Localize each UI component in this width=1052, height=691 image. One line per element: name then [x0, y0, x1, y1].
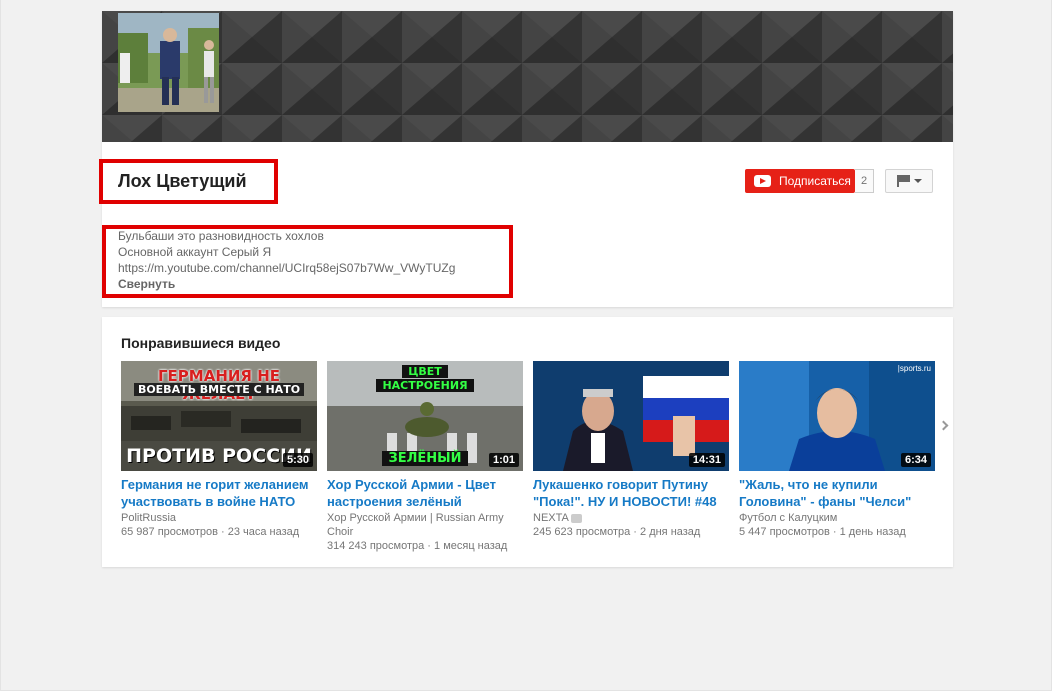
video-channel[interactable]: NEXTA [533, 511, 729, 525]
banner-pattern [102, 11, 953, 142]
video-views: 314 243 просмотра [327, 540, 425, 552]
channel-banner [102, 11, 953, 142]
subscribe-label: Подписаться [779, 174, 851, 188]
highlight-box-title [99, 159, 278, 204]
video-views: 65 987 просмотров [121, 526, 218, 538]
thumbnail-badge: |sports.ru [897, 364, 931, 373]
video-thumbnail[interactable]: |sports.ru 6:34 [739, 361, 935, 471]
video-meta: 65 987 просмотров · 23 часа назад [121, 526, 300, 538]
highlight-box-description [102, 225, 513, 298]
video-channel[interactable]: PolitRussia [121, 511, 317, 525]
video-thumbnail[interactable]: 14:31 [533, 361, 729, 471]
video-age: 1 день назад [839, 526, 906, 538]
video-duration: 1:01 [488, 453, 519, 467]
video-meta: 5 447 просмотров · 1 день назад [739, 526, 906, 538]
subscribe-button[interactable]: Подписаться [745, 169, 855, 193]
video-views: 5 447 просмотров [739, 526, 830, 538]
subscriber-count: 2 [855, 169, 874, 193]
thumbnail-text: ЦВЕТ [327, 365, 523, 378]
youtube-play-icon [754, 175, 771, 187]
video-card[interactable]: 14:31 Лукашенко говорит Путину "Пока!". … [533, 361, 729, 539]
channel-avatar[interactable] [118, 13, 219, 112]
video-channel[interactable]: Хор Русской Армии | Russian Army Choir [327, 511, 523, 539]
video-age: 23 часа назад [227, 526, 300, 538]
video-channel[interactable]: Футбол с Калуцким [739, 511, 935, 525]
video-duration: 14:31 [688, 453, 725, 467]
video-title[interactable]: "Жаль, что не купили Головина" - фаны "Ч… [739, 476, 935, 510]
video-thumbnail[interactable]: ГЕРМАНИЯ НЕ ЖЕЛАЕТ ВОЕВАТЬ ВМЕСТЕ С НАТО… [121, 361, 317, 471]
chevron-right-icon [938, 420, 948, 430]
verified-icon [570, 513, 582, 523]
video-title[interactable]: Лукашенко говорит Путину "Пока!". НУ И Н… [533, 476, 729, 510]
video-card[interactable]: |sports.ru 6:34 "Жаль, что не купили Гол… [739, 361, 935, 539]
video-views: 245 623 просмотра [533, 526, 631, 538]
video-title[interactable]: Хор Русской Армии - Цвет настроения зелё… [327, 476, 523, 510]
flag-icon [896, 175, 911, 187]
video-card[interactable]: ГЕРМАНИЯ НЕ ЖЕЛАЕТ ВОЕВАТЬ ВМЕСТЕ С НАТО… [121, 361, 317, 539]
video-age: 2 дня назад [640, 526, 701, 538]
video-card[interactable]: ЦВЕТ НАСТРОЕНИЯ ЗЕЛЁНЫЙ 1:01 Хор Русской… [327, 361, 523, 553]
video-thumbnail[interactable]: ЦВЕТ НАСТРОЕНИЯ ЗЕЛЁНЫЙ 1:01 [327, 361, 523, 471]
video-meta: 314 243 просмотра · 1 месяц назад [327, 540, 508, 552]
video-meta: 245 623 просмотра · 2 дня назад [533, 526, 701, 538]
video-duration: 5:30 [282, 453, 313, 467]
thumbnail-text: ВОЕВАТЬ ВМЕСТЕ С НАТО [121, 383, 317, 396]
video-title[interactable]: Германия не горит желанием участвовать в… [121, 476, 317, 510]
flag-menu-button[interactable] [885, 169, 933, 193]
section-title[interactable]: Понравившиеся видео [121, 335, 280, 351]
channel-header-card: Лох Цветущий Подписаться 2 Бульбаши это … [99, 11, 953, 307]
video-age: 1 месяц назад [434, 540, 508, 552]
chevron-down-icon [913, 179, 922, 183]
next-videos-button[interactable] [936, 417, 950, 433]
liked-videos-section: Понравившиеся видео ГЕРМАНИЯ НЕ ЖЕЛАЕТ В… [102, 317, 953, 567]
video-duration: 6:34 [900, 453, 931, 467]
thumbnail-text: НАСТРОЕНИЯ [327, 379, 523, 392]
